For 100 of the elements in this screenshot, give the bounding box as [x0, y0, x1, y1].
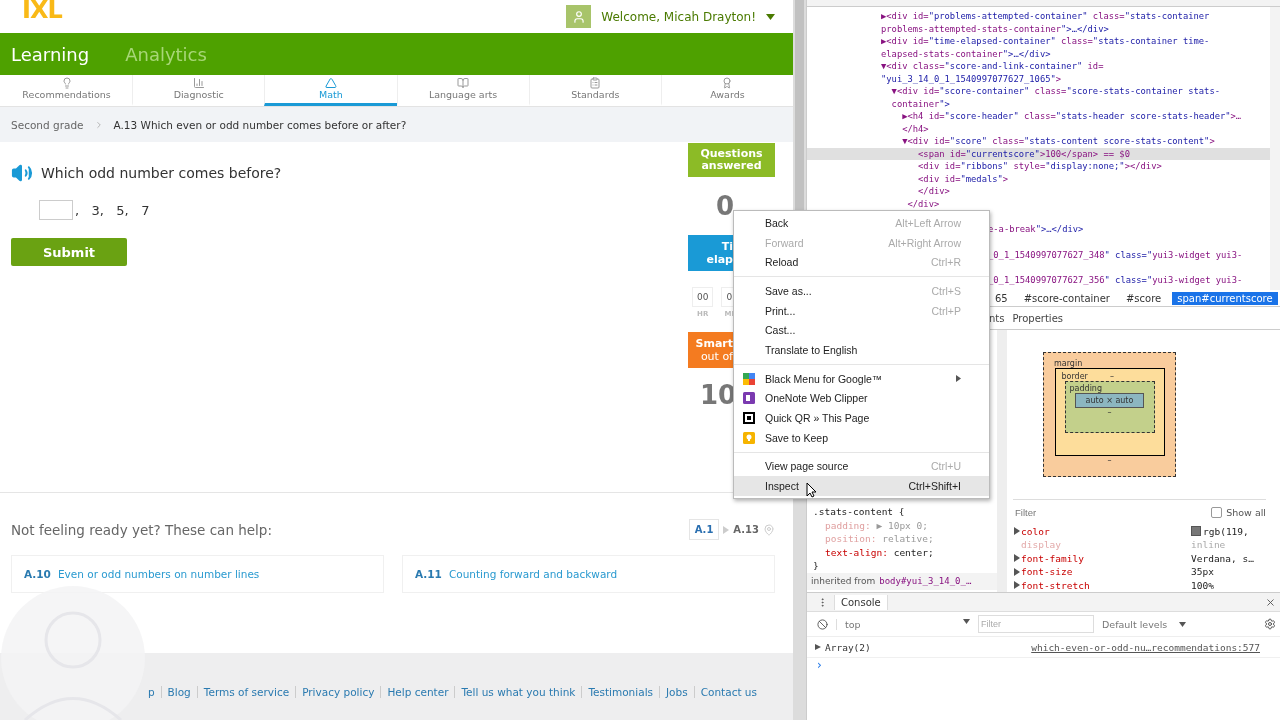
box-value: –: [1107, 407, 1112, 417]
settings-icon[interactable]: [1264, 618, 1276, 630]
code-line[interactable]: ▶<div id="time-elapsed-container" class="stats-container time-: [807, 35, 1270, 48]
qr-code-icon: [743, 412, 755, 425]
footer-link[interactable]: Testimonials: [581, 686, 659, 698]
color-swatch[interactable]: [1191, 526, 1201, 537]
subject-tab[interactable]: Language arts: [396, 75, 529, 106]
css-value: center;: [893, 546, 934, 558]
caret-icon[interactable]: [766, 13, 775, 20]
welcome-menu[interactable]: Welcome, Micah Drayton!: [601, 9, 756, 24]
code-line[interactable]: <div id="ribbons" style="display:none;"></div>: [807, 160, 1270, 173]
console-prompt[interactable]: ›: [807, 658, 1280, 672]
answer-field[interactable]: [39, 200, 73, 220]
code-line[interactable]: ▼<div class="score-and-link-container" id=: [807, 60, 1270, 73]
menu-item[interactable]: View page source Ctrl+U: [734, 456, 989, 477]
footer-link[interactable]: Privacy policy: [295, 686, 381, 698]
expand-triangle-icon[interactable]: [815, 644, 821, 650]
menu-item[interactable]: Black Menu for Google™: [734, 368, 989, 389]
expand-triangle-icon[interactable]: [1013, 567, 1021, 576]
skill-progress-start[interactable]: A.1: [688, 519, 720, 540]
expand-triangle-icon[interactable]: [1013, 581, 1021, 590]
skill-link[interactable]: A.10 Even or odd numbers on number lines: [11, 555, 384, 593]
menu-item[interactable]: Reload Ctrl+R: [734, 252, 989, 273]
box-label: margin: [1054, 358, 1083, 368]
menu-item[interactable]: Inspect Ctrl+Shift+I: [734, 476, 989, 496]
clipboard-icon: [589, 77, 602, 89]
close-icon[interactable]: [1265, 596, 1276, 608]
code-line[interactable]: ▶<h4 id="score-header" class="stats-header score-stats-header">…: [807, 110, 1270, 123]
breadcrumb-link[interactable]: Second grade: [11, 118, 84, 131]
menu-item[interactable]: Back Alt+Left Arrow: [734, 213, 989, 233]
code-line[interactable]: ▼<div id="score" class="stats-content score-stats-content">: [807, 135, 1270, 148]
code-line[interactable]: problems-attempted-stats-container">…</div>: [807, 22, 1270, 35]
box-value: –: [1107, 455, 1112, 465]
footer-link[interactable]: p: [141, 686, 161, 698]
code-line[interactable]: </div>: [807, 185, 1270, 198]
menu-item[interactable]: Cast...: [734, 320, 989, 341]
property-name: font-family: [1021, 552, 1085, 564]
code-line[interactable]: ▼<div id="score-container" class="score-stats-container stats-: [807, 85, 1270, 98]
skill-link[interactable]: A.11 Counting forward and backward: [402, 555, 775, 593]
book-icon: [457, 77, 470, 89]
arrow-icon: [723, 525, 730, 534]
footer-link[interactable]: Jobs: [659, 686, 694, 698]
context-select[interactable]: top: [836, 618, 970, 630]
menu-item[interactable]: Quick QR » This Page: [734, 408, 989, 428]
footer-link[interactable]: Blog: [160, 686, 197, 698]
property-value: 35px: [1191, 566, 1214, 578]
box-label: border: [1061, 371, 1088, 381]
code-line[interactable]: </h4>: [807, 122, 1270, 135]
expand-triangle-icon[interactable]: [1013, 527, 1021, 536]
filter-field[interactable]: Filter: [978, 615, 1094, 633]
footer-link[interactable]: Tell us what you think: [454, 686, 582, 698]
footer-link[interactable]: Contact us: [693, 686, 763, 698]
clear-console-icon[interactable]: [817, 618, 828, 630]
header-text: Smart: [695, 337, 733, 350]
show-all-checkbox[interactable]: Show all: [1211, 506, 1266, 518]
header-subtext: out of: [700, 350, 733, 363]
footer-link[interactable]: Terms of service: [196, 686, 296, 698]
expand-triangle-icon[interactable]: [1013, 554, 1021, 563]
panel-tab[interactable]: nts: [989, 312, 1005, 324]
code-line[interactable]: </div>: [807, 197, 1270, 210]
property-name: font-size: [1021, 566, 1074, 578]
colored-squares-icon: [743, 372, 755, 385]
css-property: text-align:: [825, 546, 888, 558]
css-selector: .stats-content {: [813, 505, 906, 519]
property-value: rgb(119,: [1203, 525, 1249, 537]
code-line[interactable]: elapsed-stats-container">…</div>: [807, 47, 1270, 60]
menu-item[interactable]: OneNote Web Clipper: [734, 388, 989, 409]
map-pin-icon: [763, 523, 775, 536]
css-property: position:: [825, 533, 877, 544]
panel-tab[interactable]: Properties: [1012, 312, 1063, 324]
element-breadcrumb[interactable]: #score-container: [1018, 291, 1115, 305]
skill-progress-end: A.13: [733, 524, 759, 535]
source-link[interactable]: which-even-or-odd-nu…recommendations:577: [1031, 641, 1260, 653]
caret-icon: [963, 618, 970, 624]
css-value: relative;: [882, 533, 934, 544]
element-breadcrumb[interactable]: 65: [990, 291, 1013, 305]
footer-link[interactable]: Help center: [380, 686, 455, 698]
code-line[interactable]: <div id="medals">: [807, 172, 1270, 185]
subject-tab[interactable]: Recommendations: [0, 75, 133, 106]
subject-tab[interactable]: Standards: [528, 75, 661, 106]
speaker-icon[interactable]: [11, 162, 33, 184]
log-levels-select[interactable]: Default levels: [1102, 618, 1168, 630]
menu-item[interactable]: Translate to English: [734, 340, 989, 360]
menu-item[interactable]: Save to Keep: [734, 427, 989, 448]
css-brace: }: [813, 559, 820, 573]
bar-chart-icon: [192, 77, 205, 89]
css-property: padding:: [825, 519, 871, 531]
code-line[interactable]: "yui_3_14_0_1_1540997077627_1065">: [807, 72, 1270, 85]
breadcrumb-link[interactable]: A.13 Which even or odd number comes before or after?: [113, 118, 407, 131]
code-line[interactable]: ▶<div id="problems-attempted-container" class="stats-container: [807, 10, 1270, 23]
inherited-label: inherited from: [811, 574, 876, 588]
content-size: auto × auto: [1074, 392, 1145, 408]
code-line[interactable]: container">: [807, 97, 1270, 110]
questions-count: 0: [715, 190, 735, 221]
element-breadcrumb[interactable]: #score: [1121, 291, 1167, 305]
lightbulb-icon: [743, 431, 755, 444]
inherited-selector[interactable]: body#yui_3_14_0_…: [879, 574, 972, 588]
console-tab[interactable]: Console: [834, 594, 888, 610]
subject-tab[interactable]: Diagnostic: [132, 75, 265, 106]
element-breadcrumb[interactable]: span#currentscore: [1172, 291, 1278, 305]
